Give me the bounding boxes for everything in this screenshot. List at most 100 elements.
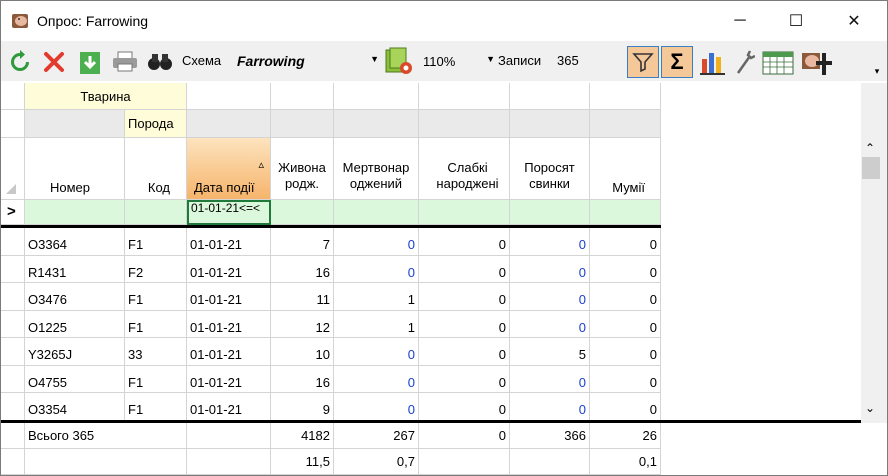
- refresh-icon[interactable]: [7, 50, 33, 74]
- cell-code[interactable]: F1: [125, 393, 187, 421]
- column-header-live-born[interactable]: Живона родж.: [271, 138, 334, 200]
- cell-piglets-sow[interactable]: 0: [510, 393, 590, 421]
- binoculars-icon[interactable]: [145, 50, 175, 74]
- cell-weak-born[interactable]: 0: [419, 338, 510, 366]
- filter-cell-mummies[interactable]: [590, 200, 661, 225]
- print-icon[interactable]: [111, 50, 139, 74]
- cell-code[interactable]: 33: [125, 338, 187, 366]
- delete-icon[interactable]: [41, 50, 67, 74]
- cell-code[interactable]: F1: [125, 228, 187, 256]
- scheme-settings-icon[interactable]: [383, 45, 415, 77]
- cell-event-date[interactable]: 01-01-21: [187, 338, 271, 366]
- close-button[interactable]: ✕: [831, 1, 877, 41]
- cell-piglets-sow[interactable]: 0: [510, 311, 590, 338]
- cell-mummies[interactable]: 0: [590, 366, 661, 393]
- row-header[interactable]: [1, 393, 25, 421]
- scroll-down-icon[interactable]: ⌄: [865, 401, 875, 415]
- row-header[interactable]: [1, 256, 25, 283]
- cell-number[interactable]: Y3265J: [25, 338, 125, 366]
- cell-live-born[interactable]: 10: [271, 338, 334, 366]
- cell-code[interactable]: F2: [125, 256, 187, 283]
- row-header[interactable]: [1, 228, 25, 256]
- row-header[interactable]: [1, 366, 25, 393]
- column-header-code[interactable]: Код: [125, 138, 187, 200]
- cell-weak-born[interactable]: 0: [419, 256, 510, 283]
- scroll-up-icon[interactable]: ⌃: [865, 141, 875, 155]
- cell-piglets-sow[interactable]: 5: [510, 338, 590, 366]
- filter-icon[interactable]: [627, 46, 659, 78]
- filter-cell-stillborn[interactable]: [334, 200, 419, 225]
- cell-event-date[interactable]: 01-01-21: [187, 311, 271, 338]
- cell-weak-born[interactable]: 0: [419, 228, 510, 256]
- cell-number[interactable]: O1225: [25, 311, 125, 338]
- cell-mummies[interactable]: 0: [590, 311, 661, 338]
- row-header[interactable]: [1, 311, 25, 338]
- cell-piglets-sow[interactable]: 0: [510, 256, 590, 283]
- filter-cell-number[interactable]: [25, 200, 125, 225]
- toolbar-overflow-icon[interactable]: ▾: [871, 65, 883, 77]
- column-header-mummies[interactable]: Мумії: [590, 138, 661, 200]
- filter-cell-piglets-sow[interactable]: [510, 200, 590, 225]
- cell-mummies[interactable]: 0: [590, 256, 661, 283]
- cell-stillborn[interactable]: 0: [334, 338, 419, 366]
- cell-event-date[interactable]: 01-01-21: [187, 393, 271, 421]
- filter-cell-code[interactable]: [125, 200, 187, 225]
- cell-mummies[interactable]: 0: [590, 228, 661, 256]
- cell-live-born[interactable]: 9: [271, 393, 334, 421]
- pig-add-icon[interactable]: [799, 46, 833, 78]
- cell-mummies[interactable]: 0: [590, 283, 661, 311]
- column-header-weak-born[interactable]: Слабкі народжені: [419, 138, 510, 200]
- calendar-icon[interactable]: [761, 48, 795, 76]
- cell-number[interactable]: O3364: [25, 228, 125, 256]
- cell-live-born[interactable]: 7: [271, 228, 334, 256]
- column-header-event-date[interactable]: ▵ Дата події: [187, 138, 271, 200]
- cell-weak-born[interactable]: 0: [419, 311, 510, 338]
- cell-piglets-sow[interactable]: 0: [510, 283, 590, 311]
- download-icon[interactable]: [77, 50, 103, 76]
- cell-weak-born[interactable]: 0: [419, 283, 510, 311]
- cell-number[interactable]: O3476: [25, 283, 125, 311]
- cell-stillborn[interactable]: 1: [334, 283, 419, 311]
- cell-event-date[interactable]: 01-01-21: [187, 228, 271, 256]
- cell-piglets-sow[interactable]: 0: [510, 228, 590, 256]
- cell-stillborn[interactable]: 0: [334, 228, 419, 256]
- vertical-scrollbar[interactable]: ⌃ ⌄: [861, 83, 887, 423]
- sum-icon[interactable]: Σ: [661, 46, 693, 78]
- cell-weak-born[interactable]: 0: [419, 366, 510, 393]
- filter-cell-live-born[interactable]: [271, 200, 334, 225]
- cell-mummies[interactable]: 0: [590, 393, 661, 421]
- scheme-dropdown[interactable]: Farrowing ▼: [231, 50, 381, 72]
- cell-event-date[interactable]: 01-01-21: [187, 366, 271, 393]
- cell-live-born[interactable]: 12: [271, 311, 334, 338]
- cell-number[interactable]: R1431: [25, 256, 125, 283]
- cell-event-date[interactable]: 01-01-21: [187, 283, 271, 311]
- chart-icon[interactable]: [698, 48, 728, 76]
- maximize-button[interactable]: ☐: [773, 1, 819, 41]
- wrench-icon[interactable]: [733, 48, 757, 76]
- column-header-stillborn[interactable]: Мертвонар оджений: [334, 138, 419, 200]
- cell-live-born[interactable]: 16: [271, 256, 334, 283]
- scrollbar-thumb[interactable]: [862, 157, 880, 179]
- cell-event-date[interactable]: 01-01-21: [187, 256, 271, 283]
- cell-stillborn[interactable]: 1: [334, 311, 419, 338]
- cell-stillborn[interactable]: 0: [334, 256, 419, 283]
- column-header-number[interactable]: Номер: [25, 138, 125, 200]
- cell-number[interactable]: O3354: [25, 393, 125, 421]
- minimize-button[interactable]: ─: [717, 1, 763, 41]
- row-header[interactable]: [1, 338, 25, 366]
- cell-piglets-sow[interactable]: 0: [510, 366, 590, 393]
- cell-mummies[interactable]: 0: [590, 338, 661, 366]
- cell-live-born[interactable]: 11: [271, 283, 334, 311]
- cell-number[interactable]: O4755: [25, 366, 125, 393]
- cell-live-born[interactable]: 16: [271, 366, 334, 393]
- row-header[interactable]: [1, 283, 25, 311]
- cell-code[interactable]: F1: [125, 366, 187, 393]
- cell-weak-born[interactable]: 0: [419, 393, 510, 421]
- cell-code[interactable]: F1: [125, 283, 187, 311]
- cell-code[interactable]: F1: [125, 311, 187, 338]
- cell-stillborn[interactable]: 0: [334, 366, 419, 393]
- zoom-dropdown[interactable]: 110% ▼: [419, 50, 497, 72]
- filter-cell-weak-born[interactable]: [419, 200, 510, 225]
- column-header-piglets-sow[interactable]: Поросят свинки: [510, 138, 590, 200]
- filter-cell-event-date[interactable]: 01-01-21<=<: [187, 200, 271, 225]
